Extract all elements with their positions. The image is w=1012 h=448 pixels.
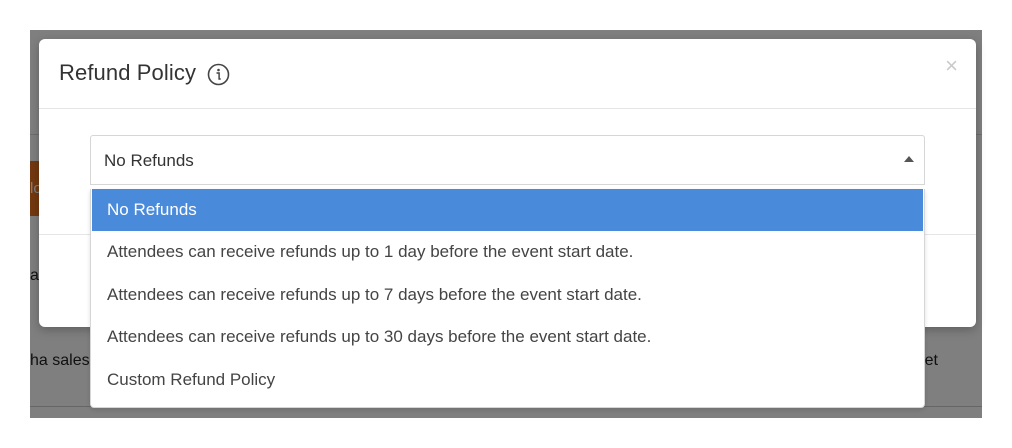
dropdown-option-1-day[interactable]: Attendees can receive refunds up to 1 da… bbox=[92, 231, 923, 273]
dropdown-option-30-days[interactable]: Attendees can receive refunds up to 30 d… bbox=[92, 316, 923, 358]
refund-policy-select[interactable]: No Refunds bbox=[90, 135, 925, 185]
caret-up-icon bbox=[904, 156, 914, 162]
dropdown-option-custom[interactable]: Custom Refund Policy bbox=[92, 359, 923, 401]
dropdown-option-no-refunds[interactable]: No Refunds bbox=[92, 189, 923, 231]
dropdown-option-7-days[interactable]: Attendees can receive refunds up to 7 da… bbox=[92, 274, 923, 316]
modal-header: Refund Policy × bbox=[39, 39, 976, 109]
modal-title: Refund Policy bbox=[59, 60, 197, 85]
select-value: No Refunds bbox=[104, 151, 194, 170]
info-icon[interactable] bbox=[207, 63, 230, 86]
refund-policy-dropdown: No Refunds Attendees can receive refunds… bbox=[90, 189, 925, 408]
close-icon[interactable]: × bbox=[945, 55, 958, 77]
